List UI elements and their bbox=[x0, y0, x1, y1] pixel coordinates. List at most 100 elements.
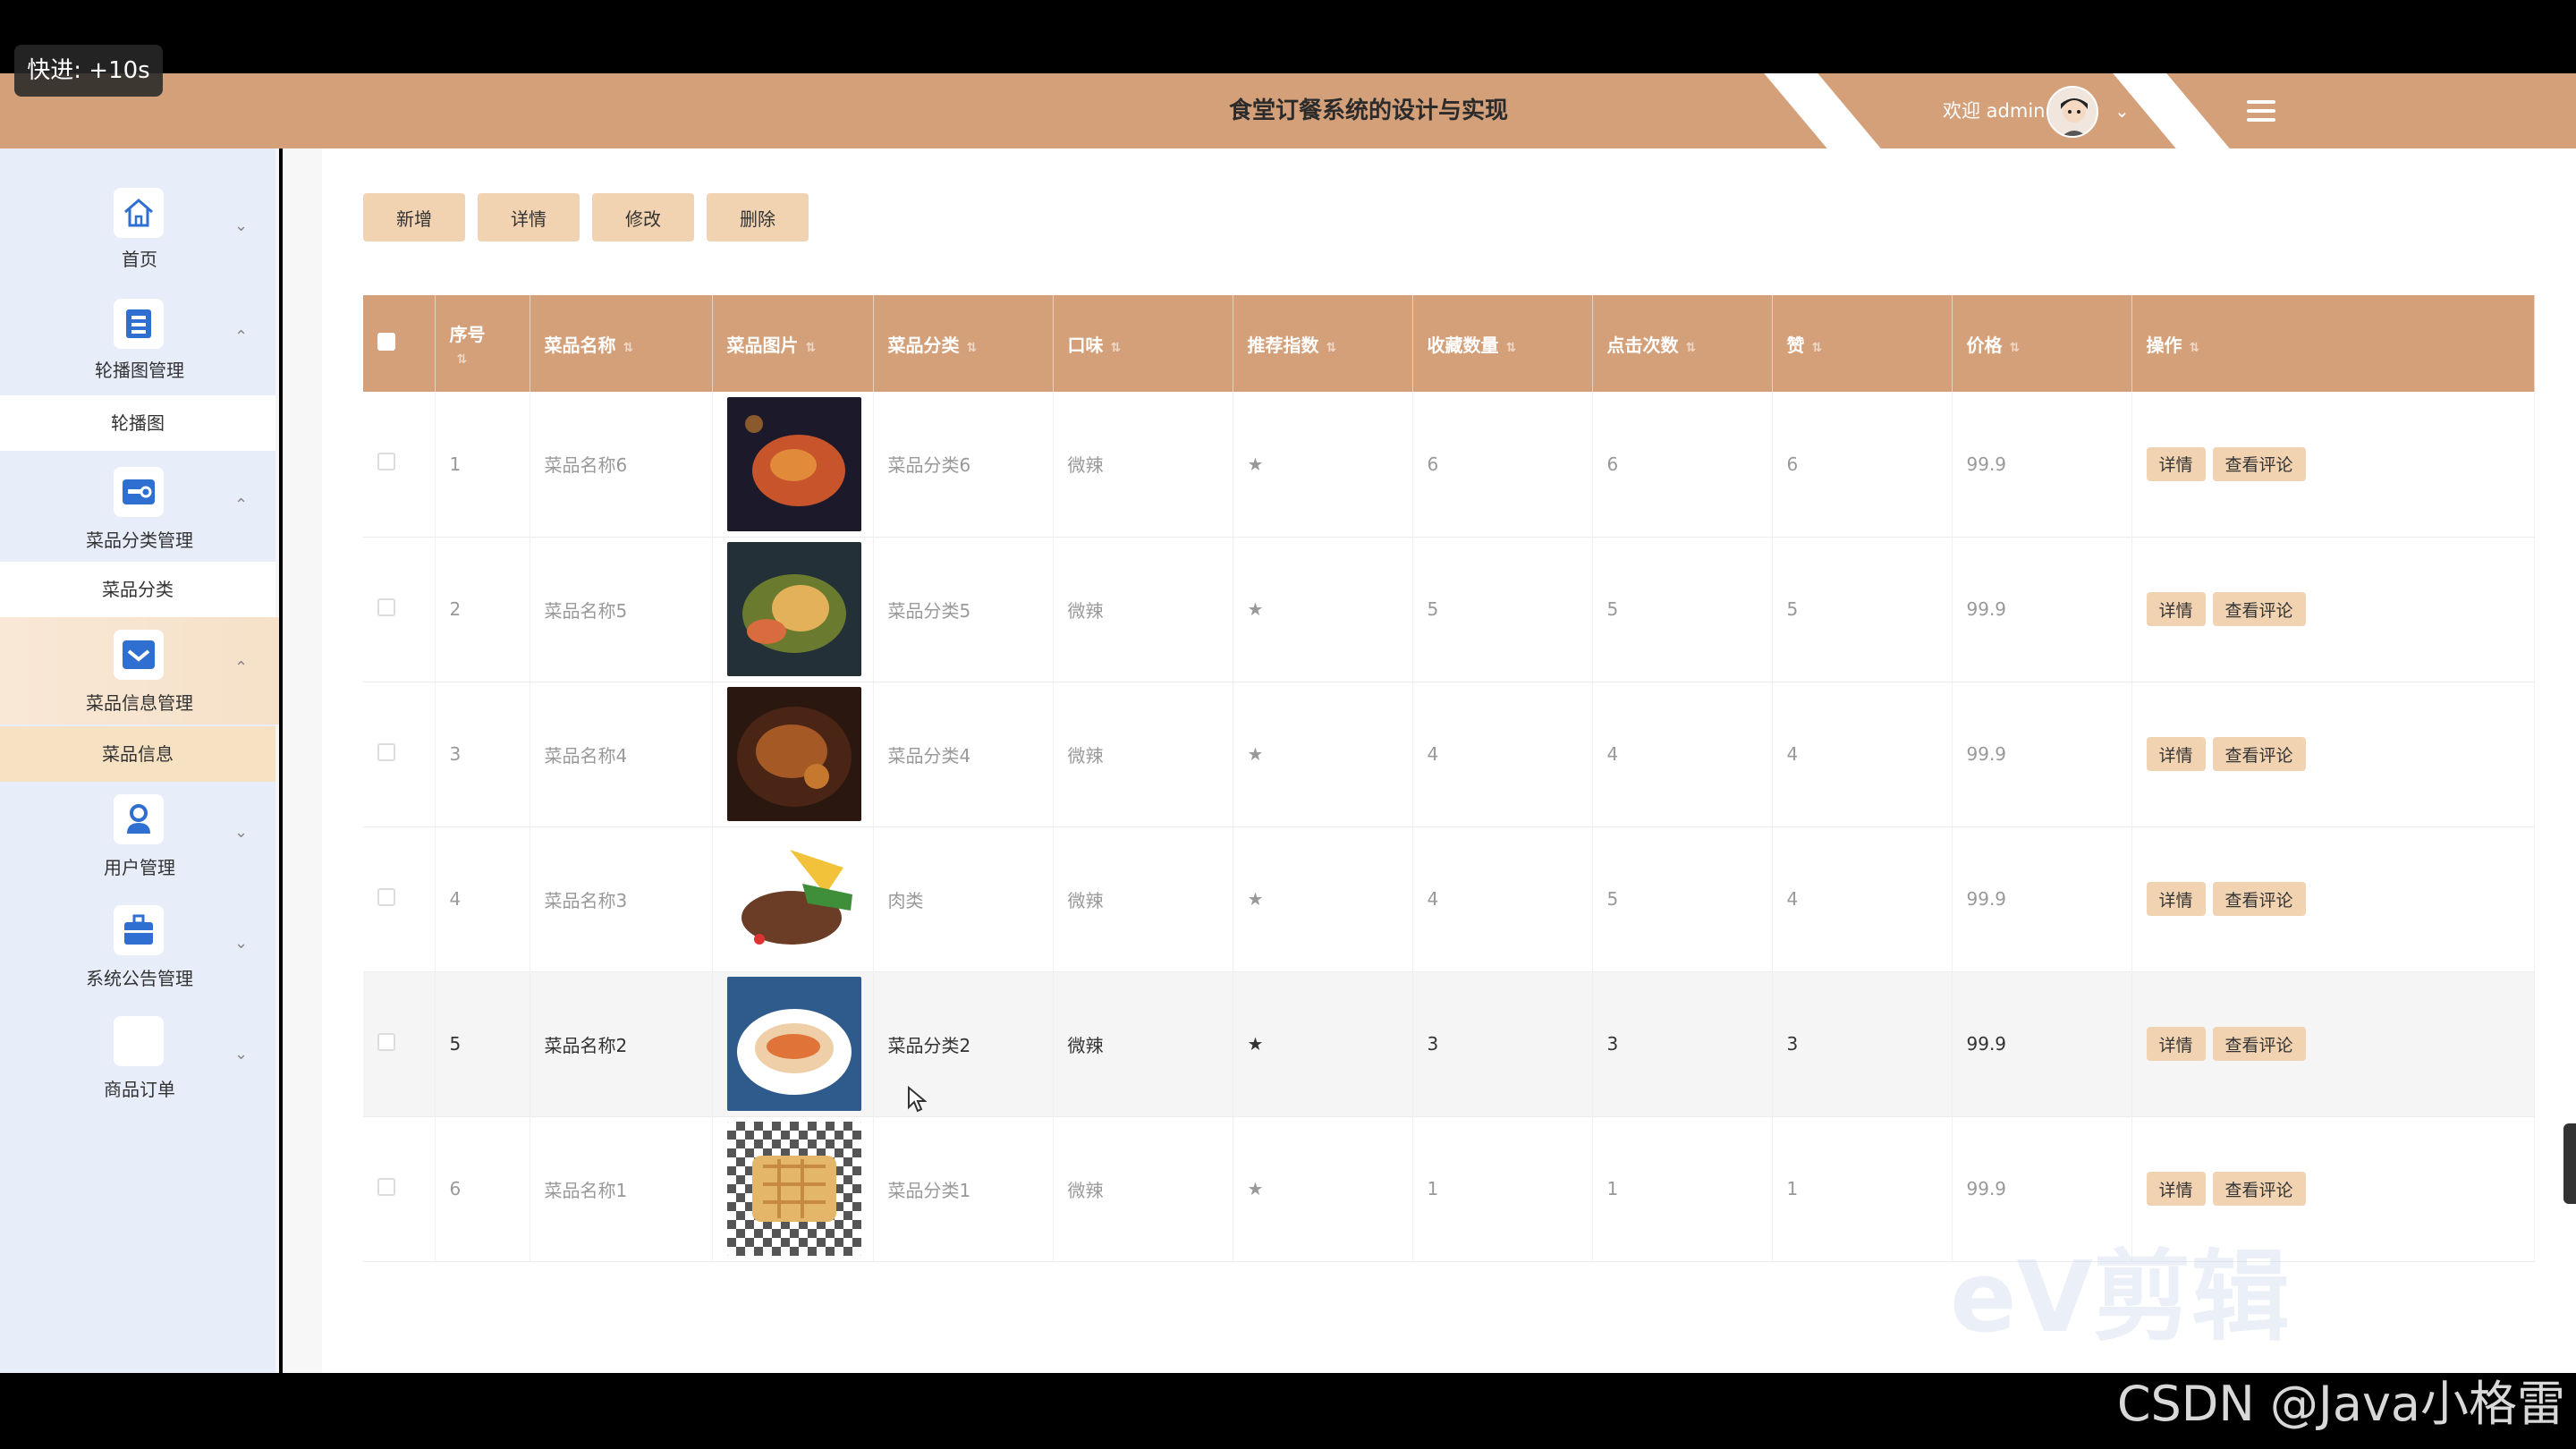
home-icon bbox=[114, 188, 164, 238]
avatar-icon[interactable] bbox=[2046, 86, 2098, 138]
playback-speed-indicator: 快进: +10s bbox=[14, 45, 163, 97]
cell-no: 5 bbox=[435, 971, 530, 1117]
video-letterbox-top bbox=[0, 0, 2576, 73]
cell-clicks: 6 bbox=[1592, 392, 1773, 538]
column-header-rating[interactable]: 推荐指数 ⇅ bbox=[1233, 295, 1413, 392]
cell-category: 菜品分类5 bbox=[873, 537, 1054, 682]
column-header-name[interactable]: 菜品名称 ⇅ bbox=[530, 295, 713, 392]
row-checkbox[interactable] bbox=[377, 453, 395, 471]
dish-image[interactable] bbox=[726, 687, 861, 821]
sidebar-item-announcements[interactable]: 系统公告管理 ⌄ bbox=[0, 894, 279, 1002]
row-checkbox[interactable] bbox=[377, 1177, 395, 1196]
cell-rating: ★ bbox=[1233, 971, 1413, 1117]
row-select-cell bbox=[363, 1116, 436, 1262]
cell-actions: 详情 查看评论 bbox=[2131, 682, 2535, 827]
row-checkbox[interactable] bbox=[377, 1032, 395, 1051]
dish-image[interactable] bbox=[726, 542, 861, 676]
chevron-up-icon: ⌃ bbox=[234, 327, 249, 346]
cell-taste: 微辣 bbox=[1053, 971, 1233, 1117]
sidebar-item-dish-category[interactable]: 菜品分类管理 ⌃ bbox=[0, 454, 279, 562]
sidebar: 首页 ⌄ 轮播图管理 ⌃ 轮播图 菜品分类管理 ⌃ 菜品分类 菜品信息管理 ⌃ … bbox=[0, 148, 279, 1373]
cell-name: 菜品名称2 bbox=[530, 971, 713, 1117]
table-row[interactable]: 4 菜品名称3 肉类 微辣 ★ 4 5 4 99.9 详情 查看评论 bbox=[363, 826, 2535, 972]
sort-icon: ⇅ bbox=[1685, 340, 1697, 355]
table-row[interactable]: 2 菜品名称5 菜品分类5 微辣 ★ 5 5 5 99.9 详情 查看评论 bbox=[363, 537, 2535, 682]
sort-icon: ⇅ bbox=[1811, 340, 1823, 355]
cell-likes: 5 bbox=[1772, 537, 1953, 682]
table-row[interactable]: 1 菜品名称6 菜品分类6 微辣 ★ 6 6 6 99.9 详情 查看评论 bbox=[363, 392, 2535, 538]
cell-actions: 详情 查看评论 bbox=[2131, 537, 2535, 682]
sidebar-item-home[interactable]: 首页 ⌄ bbox=[0, 148, 279, 270]
cell-taste: 微辣 bbox=[1053, 537, 1233, 682]
column-header-no[interactable]: 序号 ⇅ bbox=[435, 295, 530, 392]
select-all-checkbox[interactable] bbox=[377, 332, 395, 351]
delete-button[interactable]: 删除 bbox=[707, 193, 809, 242]
cell-likes: 4 bbox=[1772, 682, 1953, 827]
column-header-image[interactable]: 菜品图片 ⇅ bbox=[712, 295, 874, 392]
sidebar-item-carousel[interactable]: 轮播图管理 ⌃ bbox=[0, 284, 279, 392]
sidebar-item-dish-info[interactable]: 菜品信息管理 ⌃ bbox=[0, 617, 279, 724]
column-header-likes[interactable]: 赞 ⇅ bbox=[1772, 295, 1953, 392]
editor-watermark: eV剪辑 bbox=[1950, 1240, 2290, 1354]
row-comments-button[interactable]: 查看评论 bbox=[2212, 737, 2306, 771]
row-checkbox[interactable] bbox=[377, 742, 395, 761]
table-row[interactable]: 5 菜品名称2 菜品分类2 微辣 ★ 3 3 3 99.9 详情 查看评论 bbox=[363, 971, 2535, 1117]
dish-image[interactable] bbox=[726, 977, 861, 1111]
dish-image[interactable] bbox=[726, 1122, 861, 1256]
sidebar-item-label: 用户管理 bbox=[104, 857, 175, 878]
row-detail-button[interactable]: 详情 bbox=[2146, 882, 2206, 916]
edge-scroll-tab[interactable] bbox=[2563, 1123, 2576, 1204]
chevron-down-icon[interactable]: ⌄ bbox=[2114, 73, 2130, 148]
edit-button[interactable]: 修改 bbox=[592, 193, 694, 242]
toggle-icon bbox=[114, 467, 164, 517]
hamburger-icon[interactable] bbox=[2247, 100, 2275, 122]
cell-clicks: 1 bbox=[1592, 1116, 1773, 1262]
cell-actions: 详情 查看评论 bbox=[2131, 392, 2535, 538]
row-checkbox[interactable] bbox=[377, 887, 395, 906]
sidebar-item-label: 商品订单 bbox=[104, 1079, 175, 1100]
column-header-price[interactable]: 价格 ⇅ bbox=[1952, 295, 2132, 392]
row-detail-button[interactable]: 详情 bbox=[2146, 1172, 2206, 1206]
add-button[interactable]: 新增 bbox=[363, 193, 465, 242]
sidebar-item-orders[interactable]: 商品订单 ⌄ bbox=[0, 1005, 279, 1113]
cell-name: 菜品名称5 bbox=[530, 537, 713, 682]
cell-likes: 6 bbox=[1772, 392, 1953, 538]
sidebar-item-label: 菜品信息管理 bbox=[86, 692, 193, 714]
row-comments-button[interactable]: 查看评论 bbox=[2212, 882, 2306, 916]
row-comments-button[interactable]: 查看评论 bbox=[2212, 1027, 2306, 1061]
header-stripe bbox=[1756, 73, 1894, 148]
sidebar-subitem-carousel[interactable]: 轮播图 bbox=[0, 395, 275, 451]
row-detail-button[interactable]: 详情 bbox=[2146, 737, 2206, 771]
row-checkbox[interactable] bbox=[377, 597, 395, 616]
chevron-up-icon: ⌃ bbox=[234, 658, 249, 677]
content-panel: 新增 详情 修改 删除 序号 ⇅ 菜品名称 ⇅ 菜品图片 ⇅ 菜品分类 ⇅ 口味 ⇅ 推荐… bbox=[322, 148, 2576, 1373]
cell-price: 99.9 bbox=[1952, 682, 2132, 827]
row-comments-button[interactable]: 查看评论 bbox=[2212, 592, 2306, 626]
sidebar-item-users[interactable]: 用户管理 ⌄ bbox=[0, 784, 279, 891]
cell-image bbox=[712, 682, 874, 827]
column-header-favorites[interactable]: 收藏数量 ⇅ bbox=[1412, 295, 1593, 392]
select-all-cell bbox=[363, 295, 436, 392]
table-row[interactable]: 3 菜品名称4 菜品分类4 微辣 ★ 4 4 4 99.9 详情 查看评论 bbox=[363, 682, 2535, 827]
main-content: 新增 详情 修改 删除 序号 ⇅ 菜品名称 ⇅ 菜品图片 ⇅ 菜品分类 ⇅ 口味 ⇅ 推荐… bbox=[283, 148, 2576, 1373]
column-header-clicks[interactable]: 点击次数 ⇅ bbox=[1592, 295, 1773, 392]
cell-rating: ★ bbox=[1233, 682, 1413, 827]
row-comments-button[interactable]: 查看评论 bbox=[2212, 1172, 2306, 1206]
dish-image[interactable] bbox=[726, 832, 861, 966]
row-detail-button[interactable]: 详情 bbox=[2146, 1027, 2206, 1061]
column-header-category[interactable]: 菜品分类 ⇅ bbox=[873, 295, 1054, 392]
column-header-taste[interactable]: 口味 ⇅ bbox=[1053, 295, 1233, 392]
row-detail-button[interactable]: 详情 bbox=[2146, 592, 2206, 626]
detail-button[interactable]: 详情 bbox=[478, 193, 580, 242]
row-comments-button[interactable]: 查看评论 bbox=[2212, 446, 2306, 481]
briefcase-icon bbox=[114, 905, 164, 955]
cell-no: 4 bbox=[435, 826, 530, 972]
cell-clicks: 3 bbox=[1592, 971, 1773, 1117]
sidebar-subitem-dish-info[interactable]: 菜品信息 bbox=[0, 726, 275, 782]
dish-image[interactable] bbox=[726, 396, 861, 531]
row-select-cell bbox=[363, 682, 436, 827]
row-detail-button[interactable]: 详情 bbox=[2146, 446, 2206, 481]
cell-taste: 微辣 bbox=[1053, 682, 1233, 827]
sidebar-subitem-dish-category[interactable]: 菜品分类 bbox=[0, 562, 275, 617]
sort-icon: ⇅ bbox=[805, 340, 817, 355]
